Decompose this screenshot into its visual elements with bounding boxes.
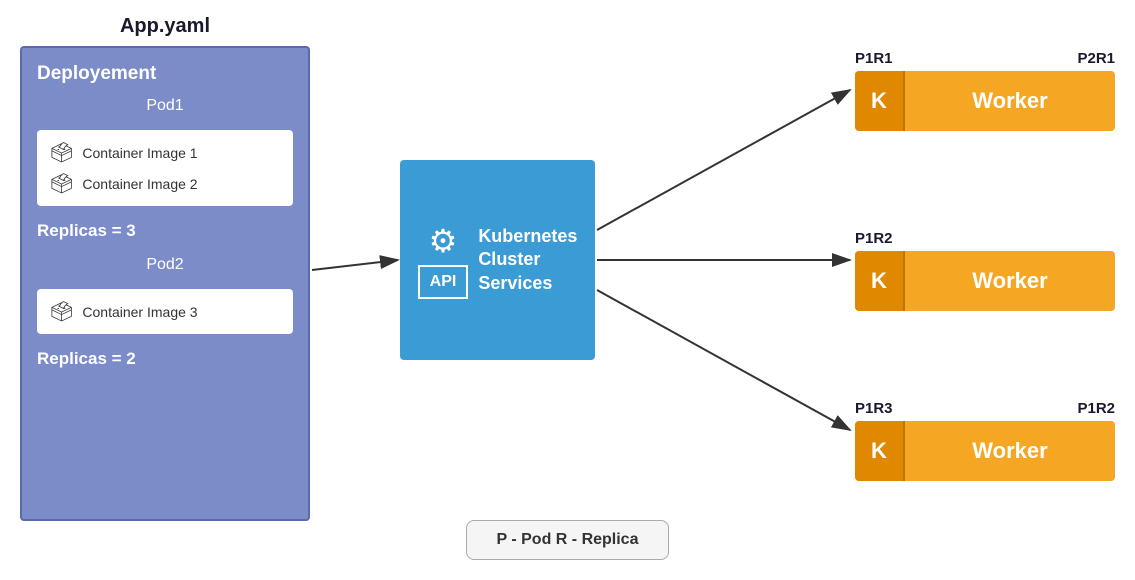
worker-2-k-badge: K	[855, 251, 905, 311]
k8s-api-text: API	[430, 273, 457, 290]
container-icon-2: 🗳	[49, 171, 74, 196]
app-yaml-section: App.yaml Deployement Pod1 🗳 Container Im…	[20, 15, 310, 525]
pod1-box: 🗳 Container Image 1 🗳 Container Image 2	[37, 130, 293, 206]
container-image-2-row: 🗳 Container Image 2	[49, 171, 281, 196]
arrow-k8s-worker3	[597, 290, 850, 430]
worker-3-top-right: P1R2	[1077, 400, 1115, 417]
worker-2-top-left: P1R2	[855, 230, 893, 247]
worker-3-top-left: P1R3	[855, 400, 893, 417]
worker-3-k-badge: K	[855, 421, 905, 481]
container-image-2-label: Container Image 2	[82, 176, 197, 192]
worker-2-label-row: P1R2	[855, 230, 1115, 247]
worker-1-label-row: P1R1 P2R1	[855, 50, 1115, 67]
replicas2-text: Replicas = 2	[37, 349, 293, 369]
worker-2-wrapper: P1R2 K Worker	[855, 230, 1115, 311]
worker-3-label-row: P1R3 P1R2	[855, 400, 1115, 417]
worker-2-box: K Worker	[855, 251, 1115, 311]
container-image-3-label: Container Image 3	[82, 304, 197, 320]
legend-box: P - Pod R - Replica	[466, 520, 670, 560]
diagram-container: App.yaml Deployement Pod1 🗳 Container Im…	[0, 0, 1135, 580]
k8s-icon-area: ⚙ API	[418, 222, 469, 299]
worker-2-text: Worker	[905, 268, 1115, 294]
container-image-1-row: 🗳 Container Image 1	[49, 140, 281, 165]
arrow-appyaml-k8s	[312, 260, 398, 270]
legend-text: P - Pod R - Replica	[497, 531, 639, 548]
worker-1-k-badge: K	[855, 71, 905, 131]
worker-1-wrapper: P1R1 P2R1 K Worker	[855, 50, 1115, 131]
worker-1-text: Worker	[905, 88, 1115, 114]
replicas1-text: Replicas = 3	[37, 221, 293, 241]
container-icon-1: 🗳	[49, 140, 74, 165]
worker-1-top-left: P1R1	[855, 50, 893, 67]
container-image-3-row: 🗳 Container Image 3	[49, 299, 281, 324]
worker-3-text: Worker	[905, 438, 1115, 464]
container-icon-3: 🗳	[49, 299, 74, 324]
app-yaml-title: App.yaml	[20, 15, 310, 38]
worker-3-box: K Worker	[855, 421, 1115, 481]
pod2-box: 🗳 Container Image 3	[37, 289, 293, 334]
k8s-api-box: API	[418, 265, 469, 299]
k8s-box: ⚙ API KubernetesClusterServices	[400, 160, 595, 360]
container-image-1-label: Container Image 1	[82, 145, 197, 161]
pod2-label: Pod2	[37, 256, 293, 274]
worker-1-top-right: P2R1	[1077, 50, 1115, 67]
worker-3-wrapper: P1R3 P1R2 K Worker	[855, 400, 1115, 481]
worker-1-box: K Worker	[855, 71, 1115, 131]
k8s-service-label: KubernetesClusterServices	[478, 225, 577, 295]
arrow-k8s-worker1	[597, 90, 850, 230]
deployment-title: Deployement	[37, 63, 293, 85]
app-yaml-box: Deployement Pod1 🗳 Container Image 1 🗳 C…	[20, 46, 310, 521]
pod1-label: Pod1	[37, 97, 293, 115]
gear-icon: ⚙	[429, 222, 458, 260]
